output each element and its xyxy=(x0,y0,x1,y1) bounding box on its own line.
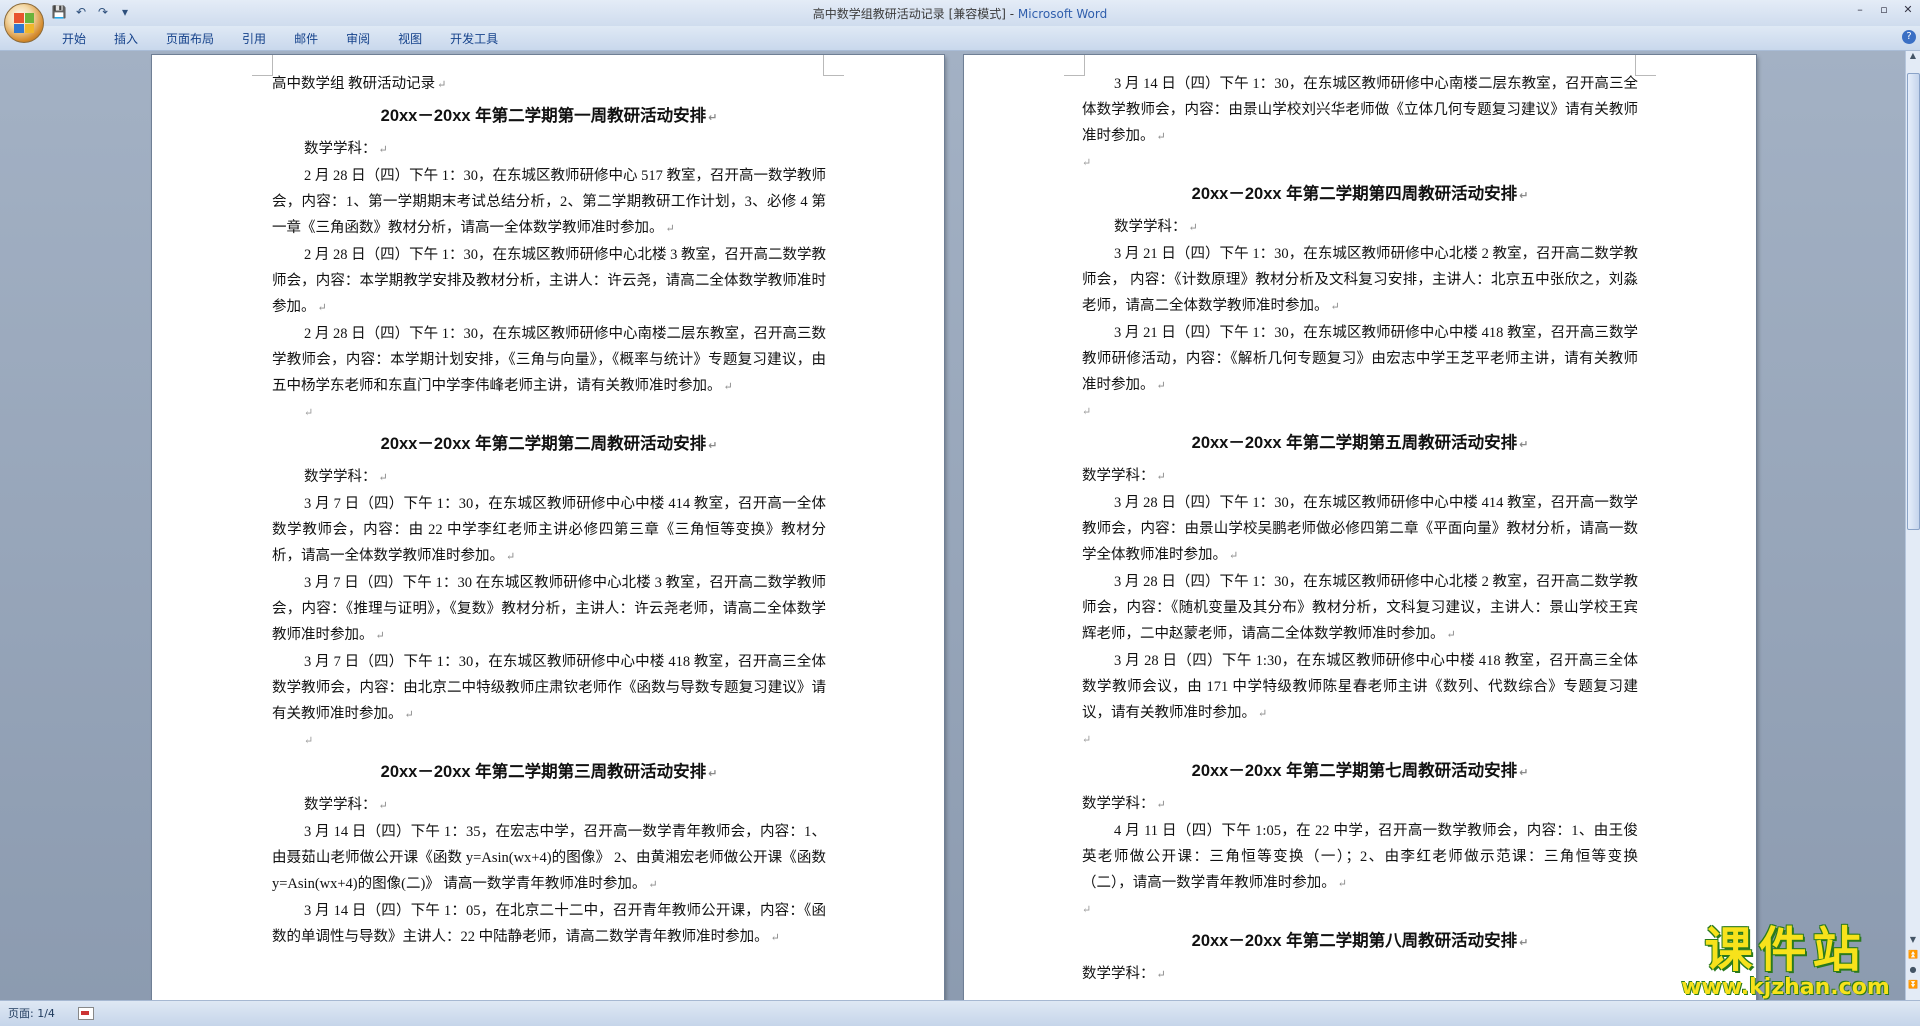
office-button[interactable] xyxy=(4,3,44,43)
tab-developer[interactable]: 开发工具 xyxy=(436,30,512,48)
margin-corner-mark xyxy=(1635,55,1656,76)
paragraph: 3 月 21 日（四）下午 1：30，在东城区教师研修中心中楼 418 教室，召… xyxy=(1082,325,1638,393)
paragraph: 3 月 7 日（四）下午 1：30，在东城区教师研修中心中楼 414 教室，召开… xyxy=(272,496,826,564)
maximize-button[interactable]: ▫ xyxy=(1872,0,1896,18)
subject-label: 数学学科： ↵ xyxy=(1082,468,1166,484)
tab-references[interactable]: 引用 xyxy=(228,30,280,48)
tab-page-layout[interactable]: 页面布局 xyxy=(152,30,228,48)
paragraph: 3 月 21 日（四）下午 1：30，在东城区教师研修中心北楼 2 教室，召开高… xyxy=(1082,246,1638,314)
paragraph: 3 月 14 日（四）下午 1：35，在宏志中学，召开高一数学青年教师会，内容：… xyxy=(272,824,826,892)
margin-corner-mark xyxy=(252,55,273,76)
page-count[interactable]: 页面: 1/4 xyxy=(8,1005,55,1021)
ribbon-tab-bar: 开始 插入 页面布局 引用 邮件 审阅 视图 开发工具 ? xyxy=(0,26,1920,51)
tab-home[interactable]: 开始 xyxy=(48,30,100,48)
paragraph: 3 月 28 日（四）下午 1：30，在东城区教师研修中心中楼 414 教室，召… xyxy=(1082,495,1638,563)
empty-paragraph: ↵ xyxy=(1082,734,1092,746)
section-heading: 20xx－20xx 年第二学期第五周教研活动安排 ↵ xyxy=(1191,434,1529,452)
scroll-down-icon[interactable]: ▼ xyxy=(1907,935,1919,947)
scroll-up-icon[interactable]: ▲ xyxy=(1907,51,1919,65)
paragraph: 3 月 14 日（四）下午 1：30，在东城区教师研修中心南楼二层东教室，召开高… xyxy=(1082,76,1638,144)
empty-paragraph: ↵ xyxy=(1082,157,1092,169)
section-heading: 20xx－20xx 年第二学期第三周教研活动安排 ↵ xyxy=(380,763,718,781)
paragraph: 3 月 28 日（四）下午 1:30，在东城区教师研修中心中楼 418 教室，召… xyxy=(1082,653,1638,721)
empty-paragraph: ↵ xyxy=(1082,406,1092,418)
paragraph: 3 月 7 日（四）下午 1：30，在东城区教师研修中心中楼 418 教室，召开… xyxy=(272,654,826,722)
paragraph: 3 月 7 日（四）下午 1：30 在东城区教师研修中心北楼 3 教室，召开高二… xyxy=(272,575,826,643)
paragraph: 3 月 14 日（四）下午 1：05，在北京二十二中，召开青年教师公开课，内容：… xyxy=(272,903,826,945)
section-heading: 20xx－20xx 年第二学期第七周教研活动安排 ↵ xyxy=(1191,762,1529,780)
paragraph: 2 月 28 日（四）下午 1：30，在东城区教师研修中心 517 教室，召开高… xyxy=(272,168,826,236)
next-page-icon[interactable]: ⏬ xyxy=(1907,980,1919,992)
tab-mailings[interactable]: 邮件 xyxy=(280,30,332,48)
previous-page-icon[interactable]: ⏫ xyxy=(1907,950,1919,962)
margin-corner-mark xyxy=(823,55,844,76)
subject-label: 数学学科： ↵ xyxy=(1082,796,1166,812)
window-title: 高中数学组教研活动记录 [兼容模式] - Microsoft Word xyxy=(0,5,1920,22)
subject-label: 数学学科： ↵ xyxy=(304,469,388,485)
paragraph: 4 月 11 日（四）下午 1:05，在 22 中学，召开高一数学教师会，内容：… xyxy=(1082,823,1638,891)
title-bar: 💾 ↶ ↷ ▾ 高中数学组教研活动记录 [兼容模式] - Microsoft W… xyxy=(0,0,1920,43)
subject-label: 数学学科： ↵ xyxy=(1082,966,1166,982)
close-button[interactable]: ✕ xyxy=(1896,0,1920,18)
window-controls: – ▫ ✕ xyxy=(1848,0,1920,18)
select-browse-object-icon[interactable]: ● xyxy=(1907,965,1919,977)
section-heading: 20xx－20xx 年第二学期第四周教研活动安排 ↵ xyxy=(1191,185,1529,203)
document-workspace: 高中数学组 教研活动记录 ↵ 20xx－20xx 年第二学期第一周教研活动安排 ↵ … xyxy=(0,51,1906,1000)
paragraph: 2 月 28 日（四）下午 1：30，在东城区教师研修中心南楼二层东教室，召开高… xyxy=(272,326,826,394)
tab-review[interactable]: 审阅 xyxy=(332,30,384,48)
page-2[interactable]: 3 月 14 日（四）下午 1：30，在东城区教师研修中心南楼二层东教室，召开高… xyxy=(964,55,1756,1000)
app-name: Microsoft Word xyxy=(1017,7,1108,21)
document-title: 高中数学组教研活动记录 [兼容模式] - xyxy=(812,7,1018,21)
proofing-icon[interactable] xyxy=(78,1007,94,1020)
vertical-scrollbar[interactable]: ▲ ▼ ⏫ ● ⏬ xyxy=(1905,51,1920,1000)
watermark-title: 课件站 xyxy=(1704,922,1867,978)
section-heading: 20xx－20xx 年第二学期第一周教研活动安排 ↵ xyxy=(380,107,718,125)
page-content: 3 月 14 日（四）下午 1：30，在东城区教师研修中心南楼二层东教室，召开高… xyxy=(1082,71,1638,988)
tab-view[interactable]: 视图 xyxy=(384,30,436,48)
section-heading: 20xx－20xx 年第二学期第二周教研活动安排 ↵ xyxy=(380,435,718,453)
subject-label: 数学学科： ↵ xyxy=(304,797,388,813)
empty-paragraph: ↵ xyxy=(304,735,314,747)
empty-paragraph: ↵ xyxy=(1082,904,1092,916)
help-icon[interactable]: ? xyxy=(1902,30,1916,44)
status-bar: 页面: 1/4 xyxy=(0,1000,1920,1026)
site-watermark: 课件站 www.kjzhan.com xyxy=(1663,924,1908,1002)
section-heading: 20xx－20xx 年第二学期第八周教研活动安排 ↵ xyxy=(1191,932,1529,950)
page-1[interactable]: 高中数学组 教研活动记录 ↵ 20xx－20xx 年第二学期第一周教研活动安排 ↵ … xyxy=(152,55,944,1000)
page-content: 高中数学组 教研活动记录 ↵ 20xx－20xx 年第二学期第一周教研活动安排 ↵ … xyxy=(272,71,826,951)
subject-label: 数学学科： ↵ xyxy=(1114,219,1198,235)
scrollbar-thumb[interactable] xyxy=(1907,73,1920,530)
tab-insert[interactable]: 插入 xyxy=(100,30,152,48)
paragraph: 2 月 28 日（四）下午 1：30，在东城区教师研修中心北楼 3 教室，召开高… xyxy=(272,247,826,315)
minimize-button[interactable]: – xyxy=(1848,0,1872,18)
watermark-url: www.kjzhan.com xyxy=(1681,975,1890,1000)
document-header: 高中数学组 教研活动记录 ↵ xyxy=(272,76,447,92)
subject-label: 数学学科： ↵ xyxy=(304,141,388,157)
empty-paragraph: ↵ xyxy=(304,407,314,419)
office-logo-icon xyxy=(14,13,34,33)
paragraph: 3 月 28 日（四）下午 1：30，在东城区教师研修中心北楼 2 教室，召开高… xyxy=(1082,574,1638,642)
